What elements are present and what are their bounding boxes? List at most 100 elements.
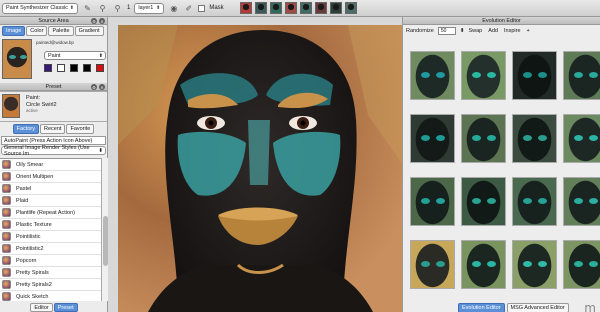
style-thumbnail-icon	[2, 292, 11, 301]
tab-preset[interactable]: Preset	[53, 303, 78, 312]
brush-icon[interactable]: ✐	[183, 3, 194, 14]
list-item[interactable]: Pretty Spirals	[0, 267, 101, 279]
evolution-button[interactable]: Swap	[468, 28, 482, 34]
variant-eye	[487, 72, 496, 78]
mask-checkbox[interactable]	[198, 4, 206, 12]
style-thumbnail-icon	[2, 244, 11, 253]
color-swatch[interactable]	[57, 64, 65, 72]
autopaint-label: AutoPaint (Press Action Icon Above)	[4, 137, 93, 144]
tab-msg-advanced-editor[interactable]: MSG Advanced Editor	[506, 303, 569, 312]
close-icon[interactable]: ✕	[99, 84, 105, 90]
tab-evolution-editor[interactable]: Evolution Editor	[458, 303, 505, 312]
left-panel: Source Area ⚙ ✕ Image Color Palette Gradient…	[0, 17, 108, 312]
style-thumbnail-icon	[2, 268, 11, 277]
layer-select[interactable]: layer1 ⬍	[134, 2, 165, 14]
list-item[interactable]: Plaid	[0, 195, 101, 207]
list-item[interactable]: Pointilistic	[0, 231, 101, 243]
evolution-grid	[410, 51, 600, 289]
list-item[interactable]: Oily Smear	[0, 159, 101, 171]
list-item[interactable]: Orient Multipen	[0, 171, 101, 183]
evolution-variant[interactable]	[461, 177, 506, 226]
evolution-variant[interactable]	[512, 240, 557, 289]
evolution-variant[interactable]	[461, 114, 506, 163]
list-item[interactable]: Popcorn	[0, 255, 101, 267]
document-select[interactable]: Paint Synthesizer Classic ⬍	[2, 2, 78, 14]
left-bottom-tabs: Editor Preset	[0, 303, 108, 312]
style-label: Pointilistic	[16, 233, 41, 240]
variant-eye	[523, 72, 532, 78]
evolution-controls: Randomize 50 ⬍ Swap Add Inspire +	[403, 25, 600, 36]
zoom-out-icon[interactable]: ⚲	[112, 3, 123, 14]
toolbar-swatch[interactable]	[269, 2, 282, 14]
painting-canvas[interactable]	[118, 25, 403, 312]
variant-eye	[589, 261, 598, 267]
category-select[interactable]: General Image Render Styles (Use Source …	[1, 145, 106, 157]
eye-icon[interactable]: ◉	[168, 3, 179, 14]
toolbar-swatch[interactable]	[239, 2, 252, 14]
style-label: Oily Smear	[16, 161, 44, 168]
evolution-button[interactable]: +	[527, 28, 530, 34]
evolution-variant[interactable]	[461, 240, 506, 289]
document-select-value: Paint Synthesizer Classic	[6, 5, 69, 11]
source-image-thumbnail[interactable]	[2, 39, 32, 79]
evolution-variant[interactable]	[461, 51, 506, 100]
preset-tab-factory[interactable]: Factory	[12, 124, 40, 134]
preset-tab-recent[interactable]: Recent	[40, 124, 66, 134]
toolbar-swatch[interactable]	[284, 2, 297, 14]
brush-tool-icon[interactable]: ✎	[82, 3, 93, 14]
settings-icon[interactable]: ⚙	[91, 18, 97, 24]
evolution-variant[interactable]	[563, 240, 600, 289]
toolbar-swatch[interactable]	[329, 2, 342, 14]
list-item[interactable]: Quick Sketch	[0, 291, 101, 301]
evolution-variant[interactable]	[410, 177, 455, 226]
evolution-variant[interactable]	[410, 51, 455, 100]
preset-header: Preset ⚙ ✕	[0, 83, 107, 91]
layer-select-value: layer1	[138, 5, 154, 11]
color-swatch[interactable]	[44, 64, 52, 72]
tab-editor[interactable]: Editor	[30, 303, 53, 312]
list-item[interactable]: Plantlife (Repeat Action)	[0, 207, 101, 219]
toolbar-swatch[interactable]	[344, 2, 357, 14]
app-window: Paint Synthesizer Classic ⬍ ✎ ⚲ ⚲ 1 laye…	[0, 0, 600, 312]
color-swatch[interactable]	[96, 64, 104, 72]
style-thumbnail-icon	[2, 208, 11, 217]
evolution-variant[interactable]	[512, 177, 557, 226]
settings-icon[interactable]: ⚙	[91, 84, 97, 90]
source-tab-palette[interactable]: Palette	[48, 26, 74, 36]
list-item[interactable]: Pastel	[0, 183, 101, 195]
evolution-button[interactable]: Add	[488, 28, 498, 34]
preset-tab-favorite[interactable]: Favorite	[66, 124, 95, 134]
randomize-input[interactable]: 50	[437, 26, 456, 35]
paint-select[interactable]: Paint ⬍	[44, 51, 106, 60]
source-tab-gradient[interactable]: Gradient	[74, 26, 104, 36]
list-item[interactable]: Pretty Spirals2	[0, 279, 101, 291]
evolution-variant[interactable]	[563, 114, 600, 163]
toolbar-swatch[interactable]	[314, 2, 327, 14]
toolbar-swatch[interactable]	[299, 2, 312, 14]
style-list-scrollbar[interactable]	[101, 158, 108, 301]
evolution-variant[interactable]	[563, 51, 600, 100]
stepper-icon[interactable]: ⬍	[460, 28, 465, 34]
evolution-variant[interactable]	[410, 240, 455, 289]
evolution-variant[interactable]	[410, 114, 455, 163]
variant-eye	[472, 72, 481, 78]
list-item[interactable]: Plastic Texture	[0, 219, 101, 231]
evolution-tabs: Evolution Editor MSG Advanced Editor	[458, 303, 569, 312]
list-item[interactable]: Pointilistic2	[0, 243, 101, 255]
chevron-down-icon: ⬍	[69, 5, 74, 11]
preset-info: Paint: Circle Swirl2 active	[0, 91, 107, 121]
toolbar-swatch[interactable]	[254, 2, 267, 14]
evolution-variant[interactable]	[563, 177, 600, 226]
close-icon[interactable]: ✕	[99, 18, 105, 24]
color-swatch[interactable]	[70, 64, 78, 72]
thumbnail-eye	[20, 55, 27, 59]
color-swatch[interactable]	[83, 64, 91, 72]
style-label: Plastic Texture	[16, 221, 52, 228]
zoom-icon[interactable]: ⚲	[97, 3, 108, 14]
source-tab-image[interactable]: Image	[2, 26, 26, 36]
evolution-variant[interactable]	[512, 114, 557, 163]
evolution-button[interactable]: Inspire	[504, 28, 521, 34]
evolution-variant[interactable]	[512, 51, 557, 100]
source-tab-color[interactable]: Color	[26, 26, 48, 36]
style-label: Plantlife (Repeat Action)	[16, 209, 76, 216]
